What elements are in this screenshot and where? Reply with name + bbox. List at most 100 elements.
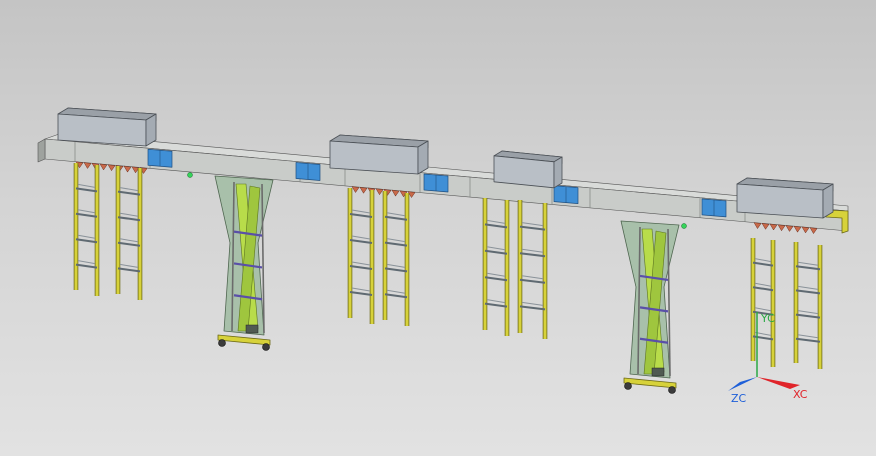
ladder-rung [484, 223, 508, 229]
ladder-rung [795, 337, 821, 343]
hopper-bin [736, 177, 834, 219]
ladder-brace [351, 235, 371, 240]
ladder-brace [797, 261, 819, 266]
ladder-rung [349, 213, 373, 218]
cad-graphics-window[interactable]: YC XC ZC [0, 0, 876, 456]
ladder-brace [386, 263, 406, 268]
hopper-front-wall [493, 155, 555, 189]
ladder-rung [349, 265, 373, 270]
ladder-brace [351, 209, 371, 214]
hopper-front-wall [736, 183, 824, 219]
ladder-rung [384, 215, 408, 221]
ladder-brace [754, 307, 772, 312]
hopper-bin [329, 134, 429, 175]
hopper-side-wall [553, 156, 563, 189]
ladder-brace [486, 272, 506, 277]
ladder-rung [484, 276, 508, 282]
ladder-rung [752, 310, 774, 316]
beam-bracket [777, 224, 786, 231]
support-base-rail [623, 377, 677, 389]
support-base-rail [217, 334, 271, 346]
hopper-front-wall [329, 140, 419, 175]
support-wheel [668, 386, 676, 394]
support-wheel [262, 343, 270, 351]
beam-bracket [83, 162, 92, 169]
ladder-rung [75, 238, 98, 244]
ladder-rung [519, 225, 546, 231]
ladder-brace [77, 260, 96, 265]
ladder-brace [797, 334, 819, 339]
beam-bracket [809, 227, 818, 234]
ladder-rung [484, 249, 508, 255]
ladder-rung [752, 335, 774, 341]
beam-bracket [761, 223, 770, 230]
support-drive-motor [245, 324, 259, 334]
ladder-brace [521, 275, 544, 280]
hopper-side-wall [822, 183, 834, 219]
gantry-assembly[interactable] [37, 107, 849, 394]
beam-bracket [753, 222, 762, 229]
beam-bracket [359, 186, 368, 194]
beam-bracket [801, 226, 810, 234]
ladder-rung [519, 278, 546, 284]
ladder-rung [519, 252, 546, 258]
ladder-rung [75, 187, 98, 193]
ladder-brace [119, 263, 139, 268]
support-drive-motor [651, 367, 665, 377]
hopper-side-wall [145, 113, 157, 147]
ladder-brace [119, 212, 139, 217]
ladder-brace [119, 238, 139, 243]
ladder-rung [349, 239, 373, 244]
ladder-rung [349, 291, 373, 296]
ladder-rung [75, 263, 98, 269]
ladder-rung [484, 302, 508, 308]
x-axis-arrow [757, 377, 800, 389]
ladder-brace [521, 301, 544, 306]
coordinate-triad [728, 312, 800, 391]
ladder-brace [77, 234, 96, 239]
beam-bracket [375, 188, 384, 195]
ladder-brace [754, 282, 772, 287]
ladder-rung [519, 305, 546, 311]
ladder-brace [386, 212, 406, 217]
beam-bracket [351, 186, 360, 193]
beam-bracket [391, 189, 400, 197]
ladder-brace [486, 219, 506, 224]
ladder-brace [797, 310, 819, 315]
ladder-rung [795, 265, 821, 271]
ladder-brace [77, 209, 96, 214]
beam-top-face [44, 132, 849, 212]
ladder-brace [486, 246, 506, 251]
ladder-brace [486, 299, 506, 304]
gantry-model-view[interactable] [0, 0, 876, 456]
ladder-brace [386, 289, 406, 294]
ladder-brace [386, 238, 406, 243]
beam-bracket [123, 165, 132, 173]
support-wheel [218, 339, 226, 347]
ladder-rung [752, 286, 774, 292]
ladder-rung [117, 190, 141, 196]
hopper-bin [493, 150, 563, 189]
hopper-side-wall [417, 140, 429, 175]
beam-bracket [99, 163, 108, 171]
ladder-brace [77, 183, 96, 188]
beam-bracket [769, 223, 778, 231]
sensor-fitting [681, 223, 687, 229]
ladder-rung [795, 289, 821, 295]
ladder-rung [752, 261, 774, 267]
beam-end-cap [37, 138, 46, 163]
z-axis-arrow [728, 377, 757, 391]
beam-bracket [107, 164, 116, 171]
ladder-rung [384, 267, 408, 273]
support-wheel [624, 382, 632, 390]
ladder-brace [521, 248, 544, 253]
ladder-rung [117, 241, 141, 247]
beam-bracket [793, 225, 802, 233]
ladder-rung [75, 212, 98, 218]
ladder-brace [351, 287, 371, 292]
hopper-bin [57, 107, 157, 147]
ladder-rung [795, 313, 821, 319]
ladder-rung [384, 241, 408, 247]
ladder-rung [117, 216, 141, 222]
ladder-brace [521, 222, 544, 227]
